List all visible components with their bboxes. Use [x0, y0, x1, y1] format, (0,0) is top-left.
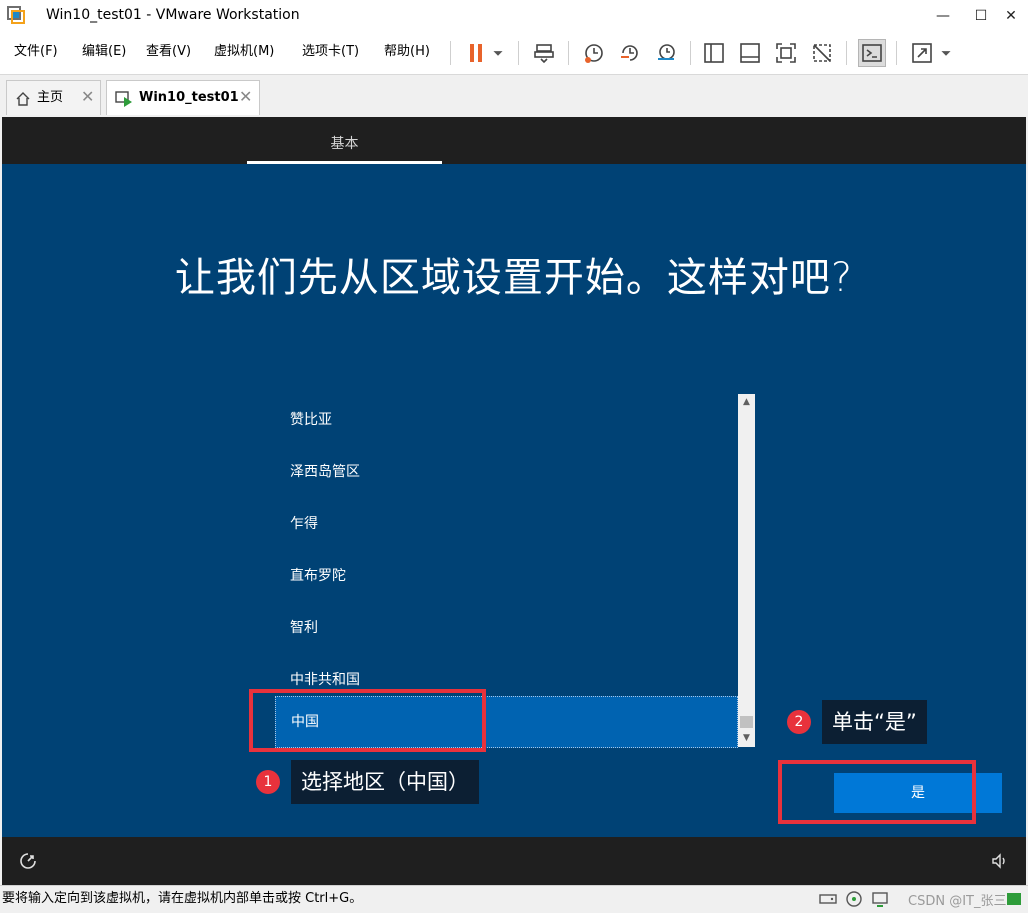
close-button[interactable]: ✕ — [994, 0, 1028, 31]
maximize-button[interactable]: ☐ — [964, 0, 998, 31]
annotation-callout: 选择地区（中国） — [291, 760, 479, 804]
oobe-title: 让我们先从区域设置开始。这样对吧? — [174, 255, 854, 301]
tab-vm[interactable]: Win10_test01 ✕ — [106, 80, 260, 115]
toolbar-separator — [896, 41, 897, 65]
revert-snapshot-icon[interactable] — [616, 39, 644, 67]
vm-running-icon — [115, 91, 132, 107]
menu-vm[interactable]: 虚拟机(M) — [214, 43, 274, 61]
volume-icon[interactable] — [990, 851, 1010, 871]
network-icon[interactable] — [870, 890, 890, 908]
oobe-footer — [2, 837, 1026, 885]
annotation-badge: 2 — [787, 710, 811, 734]
library-view-icon[interactable] — [700, 39, 728, 67]
snapshot-manager-icon[interactable] — [652, 39, 680, 67]
minimize-button[interactable]: — — [926, 0, 960, 31]
tab-vm-close-icon[interactable]: ✕ — [239, 87, 252, 106]
region-item[interactable]: 泽西岛管区 — [275, 446, 738, 498]
vmware-logo-icon — [7, 6, 25, 24]
annotation-callout: 单击“是” — [822, 700, 927, 744]
annotation-box-yes — [778, 760, 976, 824]
menu-view[interactable]: 查看(V) — [146, 43, 191, 61]
tab-home-close-icon[interactable]: ✕ — [81, 87, 94, 106]
annotation-box-region — [249, 689, 486, 752]
home-icon — [16, 92, 30, 106]
console-view-icon[interactable] — [858, 39, 886, 67]
menu-edit[interactable]: 编辑(E) — [82, 43, 126, 61]
tab-vm-label: Win10_test01 — [139, 90, 239, 105]
region-item[interactable]: 智利 — [275, 602, 738, 654]
menu-tabs[interactable]: 选项卡(T) — [302, 43, 359, 61]
hard-disk-icon[interactable] — [818, 890, 838, 908]
annotation-badge: 1 — [256, 770, 280, 794]
region-list-scrollbar[interactable]: ▲ ▼ — [738, 394, 755, 747]
cd-rom-icon[interactable] — [844, 890, 864, 908]
window-title: Win10_test01 - VMware Workstation — [46, 7, 300, 23]
toolbar-separator — [450, 41, 451, 65]
tab-bar: 主页 ✕ Win10_test01 ✕ — [0, 75, 1028, 117]
region-item[interactable]: 赞比亚 — [275, 394, 738, 446]
stretch-icon[interactable] — [908, 39, 936, 67]
title-bar: Win10_test01 - VMware Workstation — ☐ ✕ — [0, 0, 1028, 31]
region-item[interactable]: 乍得 — [275, 498, 738, 550]
menu-file[interactable]: 文件(F) — [14, 43, 58, 61]
toolbar-separator — [690, 41, 691, 65]
message-icon[interactable] — [1004, 890, 1024, 908]
status-message: 要将输入定向到该虚拟机，请在虚拟机内部单击或按 Ctrl+G。 — [2, 891, 363, 906]
unity-icon[interactable] — [808, 39, 836, 67]
watermark: CSDN @IT_张三 — [908, 894, 1007, 909]
toolbar-separator — [846, 41, 847, 65]
oobe-header: 基本 — [2, 117, 1026, 164]
status-bar: 要将输入定向到该虚拟机，请在虚拟机内部单击或按 Ctrl+G。 CSDN @IT… — [0, 885, 1028, 913]
accessibility-icon[interactable] — [18, 851, 38, 871]
region-item[interactable]: 直布罗陀 — [275, 550, 738, 602]
toolbar-separator — [518, 41, 519, 65]
scroll-down-icon[interactable]: ▼ — [738, 730, 755, 747]
dropdown-icon[interactable] — [488, 39, 508, 67]
step-underline — [247, 161, 442, 164]
toolbar-separator — [568, 41, 569, 65]
snapshot-icon[interactable] — [580, 39, 608, 67]
menu-toolbar: 文件(F) 编辑(E) 查看(V) 虚拟机(M) 选项卡(T) 帮助(H) — [0, 31, 1028, 75]
tab-home[interactable]: 主页 ✕ — [6, 80, 101, 115]
scroll-thumb[interactable] — [740, 716, 753, 728]
menu-help[interactable]: 帮助(H) — [384, 43, 430, 61]
send-keys-icon[interactable] — [530, 39, 558, 67]
stretch-dropdown-icon[interactable] — [936, 39, 956, 67]
thumbnail-view-icon[interactable] — [736, 39, 764, 67]
pause-icon[interactable] — [462, 39, 490, 67]
full-screen-icon[interactable] — [772, 39, 800, 67]
tab-home-label: 主页 — [37, 90, 64, 105]
scroll-up-icon[interactable]: ▲ — [738, 394, 755, 411]
step-label: 基本 — [330, 136, 359, 152]
